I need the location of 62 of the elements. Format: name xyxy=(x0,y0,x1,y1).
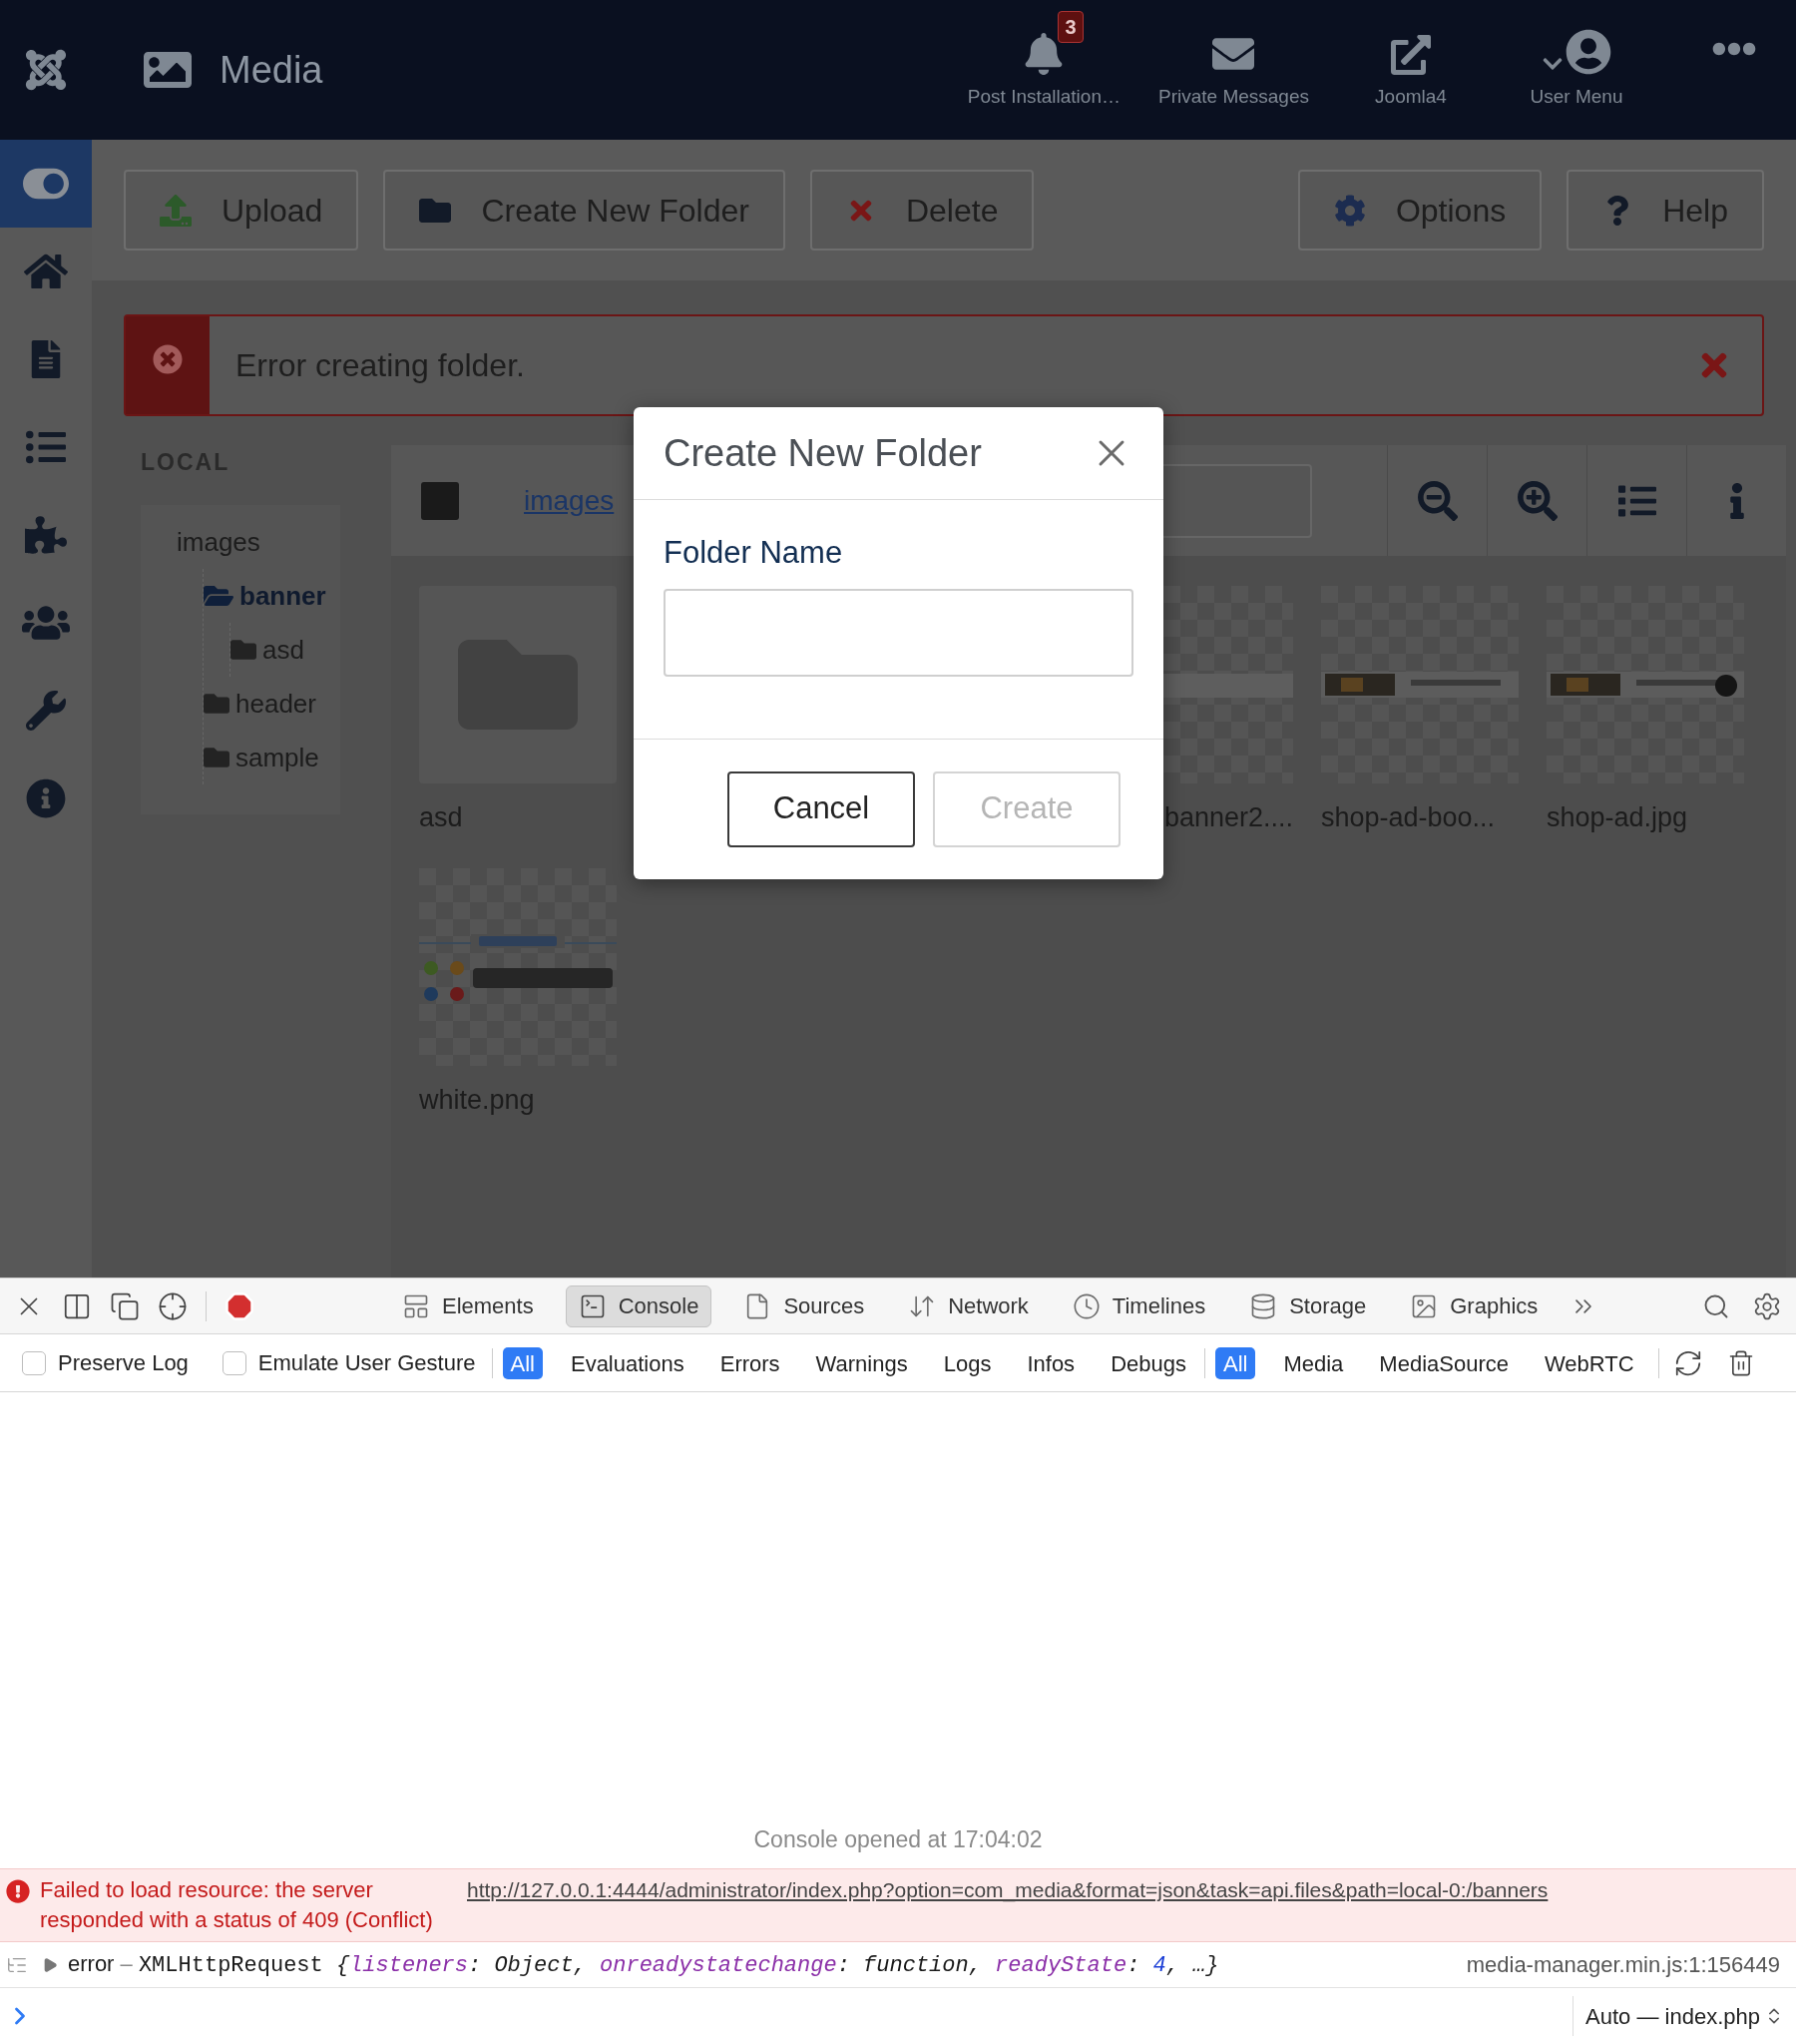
field-label: Folder Name xyxy=(664,534,844,572)
devtools-tab[interactable]: Graphics xyxy=(1398,1284,1551,1327)
header-link[interactable]: Private Messages xyxy=(1152,10,1315,134)
external-link-icon xyxy=(1391,34,1431,75)
puzzle-icon xyxy=(25,514,67,556)
folder-icon xyxy=(204,745,229,770)
info-icon xyxy=(26,778,66,818)
alert-message: Error creating folder. xyxy=(235,346,525,385)
wrench-icon xyxy=(26,691,66,731)
select-all-checkbox[interactable] xyxy=(421,481,459,520)
filter-button[interactable]: MediaSource xyxy=(1371,1346,1517,1379)
filter-button[interactable]: Infos xyxy=(1019,1346,1084,1379)
folder-icon xyxy=(204,691,229,717)
zoom-out-icon xyxy=(1417,480,1458,521)
header-link[interactable]: User Menu xyxy=(1507,6,1646,134)
filter-button[interactable]: All xyxy=(1214,1346,1256,1379)
filter-button[interactable]: WebRTC xyxy=(1537,1346,1642,1379)
execution-context[interactable]: Auto — index.php xyxy=(1585,1999,1760,2033)
upload-icon xyxy=(160,194,192,227)
checkbox-label: Emulate User Gesture xyxy=(257,1349,476,1377)
settings-icon xyxy=(1333,194,1366,227)
notification-badge: 3 xyxy=(1058,10,1084,43)
filter-button[interactable]: Debugs xyxy=(1103,1346,1194,1379)
checkbox[interactable] xyxy=(222,1350,246,1375)
folder-icon xyxy=(230,637,256,663)
crosshair-icon[interactable] xyxy=(158,1290,188,1321)
devtools-tab[interactable]: Network xyxy=(896,1284,1041,1327)
source-link[interactable]: media-manager.min.js:1:156449 xyxy=(1466,1948,1780,1981)
devtools-tab[interactable]: Console xyxy=(565,1284,712,1327)
filter-button[interactable]: Logs xyxy=(935,1346,1000,1379)
clock-icon xyxy=(1072,1291,1101,1320)
filter-button[interactable]: All xyxy=(502,1346,543,1379)
devtools-tab[interactable]: Elements xyxy=(390,1284,546,1327)
error-message: Failed to load resource: the server responded with a status of 409 (Conflict) xyxy=(40,1876,434,1934)
checkbox-label: Preserve Log xyxy=(58,1349,189,1377)
page-title: Media xyxy=(220,47,323,93)
filter-button[interactable]: Errors xyxy=(711,1346,788,1379)
windows-icon[interactable] xyxy=(110,1290,140,1321)
dialog-title: Create New Folder xyxy=(664,430,982,476)
console-log-line: error – XMLHttpRequest {listeners: Object, onreadystatechange: function, readyState: 4, …} xyxy=(68,1950,1219,1980)
folder-name-field[interactable] xyxy=(664,588,1133,677)
filter-button[interactable]: Warnings xyxy=(807,1346,916,1379)
settings-icon[interactable] xyxy=(1752,1290,1782,1321)
logo-icon xyxy=(23,47,69,93)
devtools-tab[interactable]: Sources xyxy=(731,1284,877,1327)
sidebar-item[interactable] xyxy=(0,140,92,228)
user-icon xyxy=(1566,28,1611,75)
filter-button[interactable]: Evaluations xyxy=(562,1346,692,1379)
error-icon xyxy=(153,344,183,374)
console-timestamp: Console opened at 17:04:02 xyxy=(753,1824,1043,1854)
error-icon[interactable] xyxy=(224,1290,254,1321)
cancel-button[interactable]: Cancel xyxy=(727,770,915,847)
error-icon xyxy=(6,1879,30,1903)
resource-link[interactable]: http://127.0.0.1:4444/administrator/index.php?option=com_media&format=json&task=api.files&path=local-0:/banners xyxy=(467,1875,1549,1905)
filter-button[interactable]: Media xyxy=(1275,1346,1352,1379)
header-link[interactable]: Post Installation… 3 xyxy=(961,10,1126,134)
expand-icon[interactable] xyxy=(42,1956,58,1973)
devtools-tab[interactable]: Storage xyxy=(1237,1284,1379,1327)
checkbox[interactable] xyxy=(22,1350,46,1375)
header-link[interactable]: Joomla4 xyxy=(1341,12,1481,134)
zoom-in-icon xyxy=(1517,480,1558,521)
devtools-tab[interactable]: Timelines xyxy=(1060,1284,1218,1327)
